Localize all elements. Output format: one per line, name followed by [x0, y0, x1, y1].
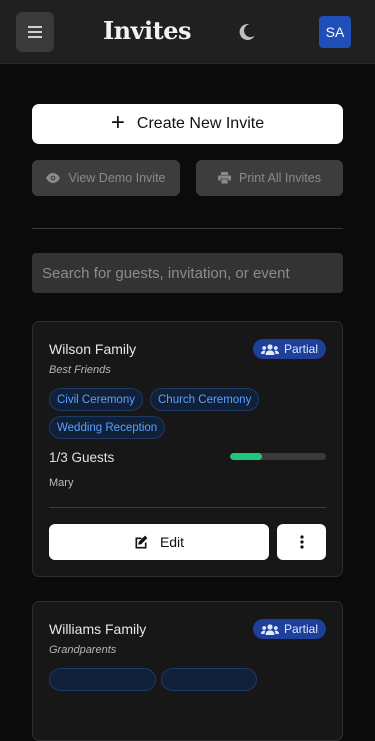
event-tag: Church Ceremony [150, 388, 260, 411]
moon-icon[interactable] [237, 22, 257, 42]
avatar[interactable]: SA [319, 16, 351, 48]
guest-progress-fill [230, 453, 262, 460]
users-icon [260, 623, 279, 635]
more-vertical-icon [299, 535, 304, 549]
guest-progress-bar [230, 453, 326, 460]
print-all-button[interactable]: Print All Invites [196, 160, 343, 196]
edit-button[interactable]: Edit [49, 524, 269, 560]
print-all-label: Print All Invites [239, 171, 321, 185]
status-label: Partial [283, 342, 318, 356]
event-tag: Wedding Reception [49, 416, 166, 439]
more-options-button[interactable] [277, 524, 326, 560]
status-badge: Partial [252, 619, 326, 639]
card-divider [49, 507, 326, 508]
section-divider [32, 228, 343, 229]
invite-name: Williams Family [49, 621, 147, 637]
event-tag [161, 668, 257, 691]
event-tag [49, 668, 156, 691]
printer-icon [218, 172, 231, 184]
plus-icon: + [110, 108, 125, 136]
invite-name: Wilson Family [49, 341, 137, 357]
invite-relation: Best Friends [49, 364, 111, 376]
create-invite-button[interactable]: + Create New Invite [32, 104, 343, 144]
invite-card: Wilson Family Best Friends Partial Civil… [32, 321, 343, 577]
status-badge: Partial [252, 339, 326, 359]
guest-count: 1/3 Guests [49, 450, 115, 465]
invite-relation: Grandparents [49, 644, 117, 656]
invite-card: Williams Family Grandparents Partial [32, 601, 343, 741]
event-tag: Civil Ceremony [49, 388, 143, 411]
edit-label: Edit [159, 534, 185, 550]
users-icon [260, 343, 279, 355]
create-invite-label: Create New Invite [136, 115, 265, 132]
view-demo-label: View Demo Invite [68, 171, 166, 185]
guest-names: Mary [49, 477, 74, 489]
top-bar: Invites SA [0, 0, 375, 64]
edit-icon [135, 535, 148, 549]
view-demo-button[interactable]: View Demo Invite [32, 160, 180, 196]
eye-icon [46, 173, 61, 183]
status-label: Partial [283, 622, 318, 636]
search-input[interactable] [32, 253, 343, 293]
